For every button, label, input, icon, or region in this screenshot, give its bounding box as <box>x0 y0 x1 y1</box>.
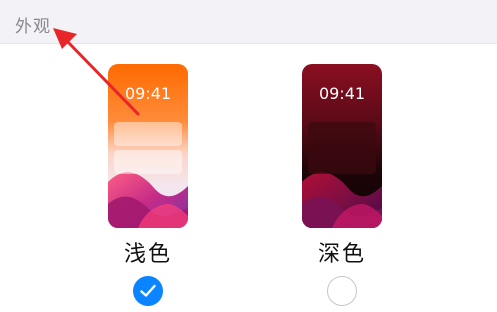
option-label-dark[interactable]: 深色 <box>282 236 402 268</box>
appearance-option-dark[interactable]: 09:41 深色 <box>282 64 402 312</box>
preview-notification-card <box>114 150 182 174</box>
preview-notification-card <box>308 122 376 146</box>
checkmark-icon <box>140 284 156 297</box>
light-mode-preview[interactable]: 09:41 <box>108 64 188 228</box>
preview-notification-card <box>114 122 182 146</box>
preview-time: 09:41 <box>318 84 366 103</box>
appearance-option-light[interactable]: 09:41 浅色 <box>88 64 208 312</box>
preview-notification-card <box>308 150 376 174</box>
section-title: 外观 <box>15 17 51 37</box>
light-radio-button[interactable] <box>133 276 163 306</box>
option-label-light[interactable]: 浅色 <box>88 236 208 268</box>
section-header: 外观 <box>0 0 497 44</box>
preview-time: 09:41 <box>124 84 172 103</box>
dark-mode-preview[interactable]: 09:41 <box>302 64 382 228</box>
dark-radio-button[interactable] <box>327 276 357 306</box>
arrow-icon <box>53 28 140 116</box>
